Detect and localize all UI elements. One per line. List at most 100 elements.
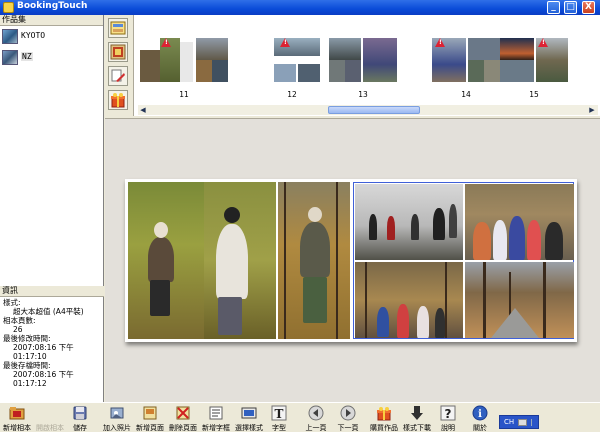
language-indicator[interactable]: CH (499, 415, 539, 429)
toolbar-label: 新增頁面 (136, 424, 164, 432)
page-number: 11 (179, 90, 189, 99)
toolbar-label: 儲存 (73, 424, 87, 432)
thumbnail-scrollbar[interactable]: ◀ ▶ (138, 105, 598, 115)
info-panel: 資訊 樣式: 超大本超值 (A4平裝) 相本頁數: 26 最後修改時間: 200… (0, 286, 104, 402)
scroll-right-icon[interactable]: ▶ (588, 106, 596, 114)
photo-slot[interactable] (355, 184, 463, 260)
page-number: 15 (529, 90, 539, 99)
eraser-icon (111, 69, 125, 82)
toolbar-label: 加入照片 (103, 424, 131, 432)
add-page-button[interactable]: 新增頁面 (133, 405, 167, 432)
saved-label: 最後存檔時間: (3, 361, 51, 370)
new-album-button[interactable]: 新增相本 (0, 405, 34, 432)
minimize-button[interactable]: _ (547, 1, 560, 14)
album-thumbnail-icon (2, 50, 18, 65)
font-button[interactable]: T 字型 (266, 405, 292, 432)
gift-button[interactable] (108, 90, 128, 110)
open-album-button[interactable]: 開啟相本 (33, 405, 67, 432)
prev-page-button[interactable]: 上一頁 (302, 405, 330, 432)
window-title: BookingTouch (17, 1, 88, 11)
eraser-button[interactable] (108, 66, 128, 86)
save-icon (73, 406, 87, 420)
toolbar-label: 開啟相本 (36, 424, 64, 432)
photo-slot[interactable] (128, 182, 204, 339)
delete-page-button[interactable]: 刪除頁面 (166, 405, 200, 432)
toolbar-label: 購買作品 (370, 424, 398, 432)
maximize-button[interactable]: □ (564, 1, 577, 14)
background-button[interactable] (108, 42, 128, 62)
toolbar-label: 說明 (441, 424, 455, 432)
title-bar: BookingTouch _ □ X (0, 0, 600, 15)
toolbar-label: 新增相本 (3, 424, 31, 432)
toolbar-label: 刪除頁面 (169, 424, 197, 432)
add-textbox-button[interactable]: 新增字框 (199, 405, 233, 432)
modified-value: 2007:08:16 下午 01:17:10 (13, 343, 74, 361)
photo-slot[interactable] (278, 182, 350, 339)
scroll-left-icon[interactable]: ◀ (139, 106, 147, 114)
folder-icon (9, 407, 25, 420)
toolbar-label: 樣式下載 (403, 424, 431, 432)
albums-header: 作品集 (0, 15, 103, 26)
about-icon: i (472, 405, 488, 421)
album-thumbnail-icon (2, 29, 18, 44)
saved-value: 2007:08:16 下午 01:17:12 (13, 370, 74, 388)
gift-icon (111, 93, 125, 108)
toolbar-label: 下一頁 (337, 424, 359, 432)
photo-slot[interactable] (204, 182, 276, 339)
photo-slot[interactable] (465, 184, 574, 260)
svg-text:i: i (478, 409, 482, 420)
download-icon (411, 406, 423, 420)
svg-text:T: T (275, 407, 284, 421)
layout-icon (110, 21, 126, 35)
right-page[interactable] (353, 182, 574, 339)
language-menu-icon[interactable] (531, 419, 537, 426)
page-thumbnail-strip: 11 12 13 14 (133, 15, 600, 116)
photo-slot[interactable] (465, 262, 574, 338)
keyboard-icon (518, 419, 527, 426)
font-icon: T (271, 405, 287, 421)
style-value: 超大本超值 (A4平裝) (13, 307, 84, 316)
open-folder-icon (42, 405, 58, 421)
toolbar-label: 關於 (473, 424, 487, 432)
photo-slot[interactable] (355, 262, 463, 338)
language-code: CH (504, 418, 515, 426)
background-icon (110, 44, 126, 60)
info-header: 資訊 (0, 286, 104, 297)
page-number: 14 (461, 90, 471, 99)
main-toolbar: 新增相本 開啟相本 儲存 加入照片 新增頁面 刪除頁面 新增字框 選擇樣式 T … (0, 402, 600, 432)
album-label: NZ (21, 52, 33, 61)
delete-page-icon (176, 406, 190, 420)
book-spread (125, 179, 577, 342)
help-icon: ? (440, 405, 456, 421)
album-item-kyoto[interactable]: KYOTO (0, 28, 103, 47)
toolbar-label: 上一頁 (305, 424, 327, 432)
modified-label: 最後修改時間: (3, 334, 51, 343)
toolbar-label: 選擇樣式 (235, 424, 263, 432)
style-download-button[interactable]: 樣式下載 (400, 405, 434, 432)
layout-button[interactable] (108, 18, 128, 38)
page-editor-canvas[interactable] (105, 118, 600, 402)
buy-product-button[interactable]: 購買作品 (367, 405, 401, 432)
left-page[interactable] (128, 182, 350, 339)
add-photo-button[interactable]: 加入照片 (100, 405, 134, 432)
style-label: 樣式: (3, 298, 21, 307)
choose-style-button[interactable]: 選擇樣式 (232, 405, 266, 432)
side-toolbar (105, 15, 131, 116)
next-page-button[interactable]: 下一頁 (334, 405, 362, 432)
add-textbox-icon (209, 406, 223, 420)
close-button[interactable]: X (582, 1, 595, 14)
style-icon (241, 407, 257, 419)
help-button[interactable]: ? 說明 (436, 405, 460, 432)
add-photo-icon (110, 407, 124, 419)
app-icon (3, 2, 14, 13)
warning-icon (280, 38, 290, 47)
album-label: KYOTO (21, 31, 46, 40)
svg-text:?: ? (445, 407, 452, 421)
album-item-nz[interactable]: NZ (0, 49, 103, 68)
about-button[interactable]: i 關於 (467, 405, 493, 432)
pages-label: 相本頁數: (3, 316, 36, 325)
scrollbar-thumb[interactable] (328, 106, 420, 114)
next-page-icon (340, 405, 356, 421)
save-button[interactable]: 儲存 (66, 405, 94, 432)
warning-icon (161, 38, 171, 47)
